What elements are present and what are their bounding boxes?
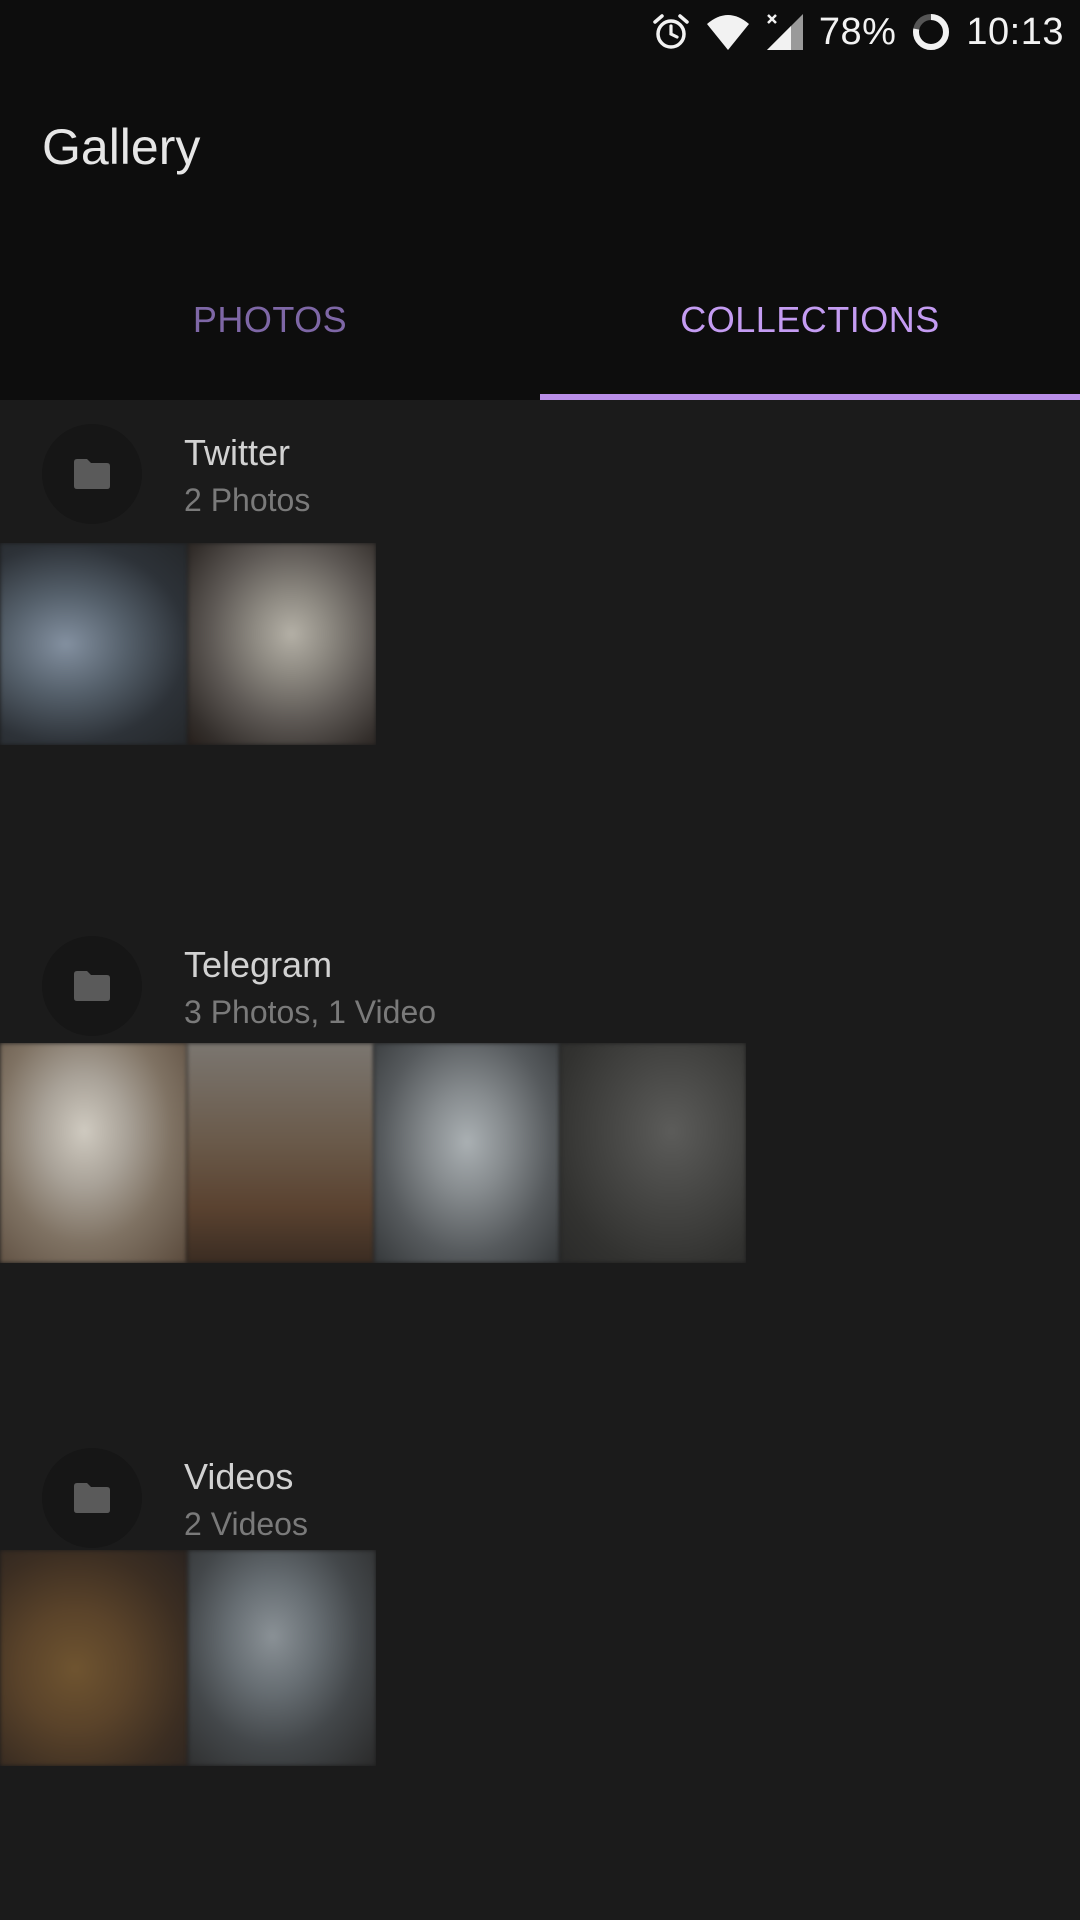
- tab-collections[interactable]: COLLECTIONS: [540, 240, 1080, 400]
- collection-count: 3 Photos, 1 Video: [184, 994, 437, 1030]
- signal-icon: [765, 12, 805, 52]
- thumbnail-strip: [0, 1550, 376, 1766]
- thumbnail[interactable]: [0, 1043, 187, 1263]
- collection-count: 2 Photos: [184, 482, 311, 518]
- collection-telegram: Telegram 3 Photos, 1 Video: [0, 912, 1080, 1272]
- thumbnail[interactable]: [187, 1043, 374, 1263]
- collection-header[interactable]: Videos 2 Videos: [0, 1424, 1080, 1548]
- collection-name: Videos: [184, 1456, 294, 1497]
- collection-name: Telegram: [184, 944, 333, 985]
- thumbnail[interactable]: [0, 1550, 188, 1766]
- tab-collections-label: COLLECTIONS: [680, 299, 940, 340]
- thumbnail[interactable]: [0, 543, 188, 745]
- thumbnail[interactable]: [560, 1043, 746, 1263]
- collection-count: 2 Videos: [184, 1506, 308, 1542]
- battery-percent: 78%: [818, 10, 897, 53]
- status-bar: 78% 10:13: [0, 0, 1080, 64]
- collection-videos: Videos 2 Videos: [0, 1424, 1080, 1784]
- battery-ring-icon: [910, 11, 952, 53]
- status-icons: 78% 10:13: [651, 8, 1064, 56]
- thumbnail-strip: [0, 543, 376, 745]
- thumbnail-strip: [0, 1043, 746, 1263]
- thumbnail[interactable]: [188, 1550, 376, 1766]
- clock: 10:13: [966, 10, 1064, 53]
- page-title: Gallery: [42, 119, 201, 175]
- folder-icon: [42, 424, 142, 524]
- thumbnail[interactable]: [188, 543, 376, 745]
- alarm-icon: [651, 12, 691, 52]
- folder-icon: [42, 1448, 142, 1548]
- tab-photos-label: PHOTOS: [192, 299, 348, 340]
- tab-bar: PHOTOS COLLECTIONS: [0, 240, 1080, 400]
- tab-photos[interactable]: PHOTOS: [0, 240, 540, 400]
- screen: 78% 10:13 Gallery PHOTOS COLLECTIONS Twi…: [0, 0, 1080, 1920]
- collection-twitter: Twitter 2 Photos: [0, 400, 1080, 760]
- collection-header[interactable]: Telegram 3 Photos, 1 Video: [0, 912, 1080, 1036]
- thumbnail[interactable]: [374, 1043, 560, 1263]
- wifi-icon: [705, 12, 751, 52]
- collection-header[interactable]: Twitter 2 Photos: [0, 400, 1080, 524]
- collection-name: Twitter: [184, 432, 291, 473]
- app-bar: Gallery: [0, 64, 1080, 240]
- folder-icon: [42, 936, 142, 1036]
